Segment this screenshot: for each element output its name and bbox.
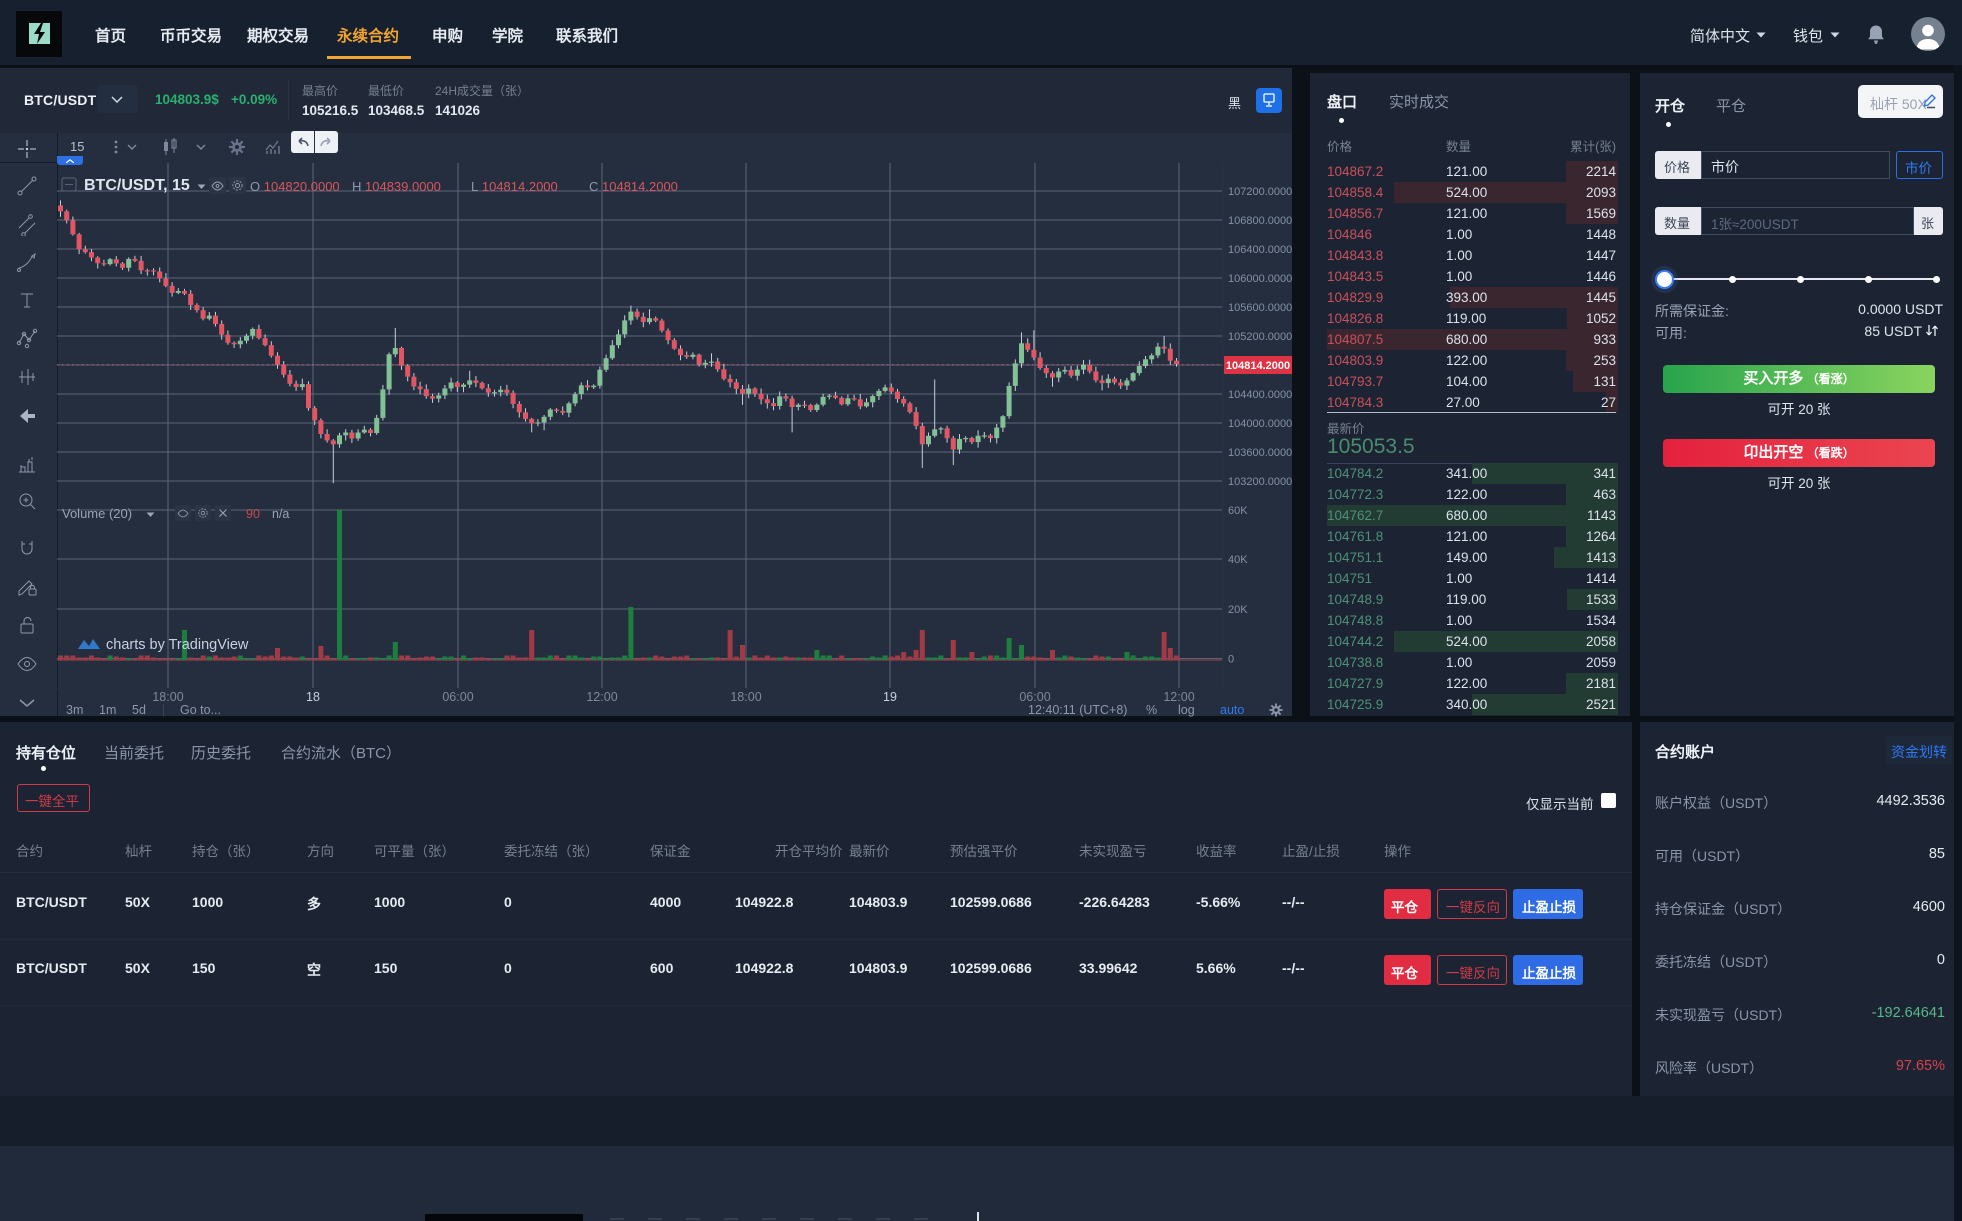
svg-text:40K: 40K [1228,554,1248,566]
svg-text:104814.2000: 104814.2000 [1226,360,1290,372]
svg-text:106800.0000: 106800.0000 [1228,215,1292,227]
svg-text:20K: 20K [1228,604,1248,616]
svg-text:60K: 60K [1228,505,1248,517]
svg-text:105600.0000: 105600.0000 [1228,302,1292,314]
svg-text:106000.0000: 106000.0000 [1228,273,1292,285]
svg-text:103600.0000: 103600.0000 [1228,447,1292,459]
svg-text:104000.0000: 104000.0000 [1228,418,1292,430]
svg-text:106400.0000: 106400.0000 [1228,244,1292,256]
svg-text:103200.0000: 103200.0000 [1228,476,1292,488]
svg-text:104400.0000: 104400.0000 [1228,389,1292,401]
svg-text:107200.0000: 107200.0000 [1228,186,1292,198]
svg-text:105200.0000: 105200.0000 [1228,331,1292,343]
svg-text:0: 0 [1228,654,1234,666]
